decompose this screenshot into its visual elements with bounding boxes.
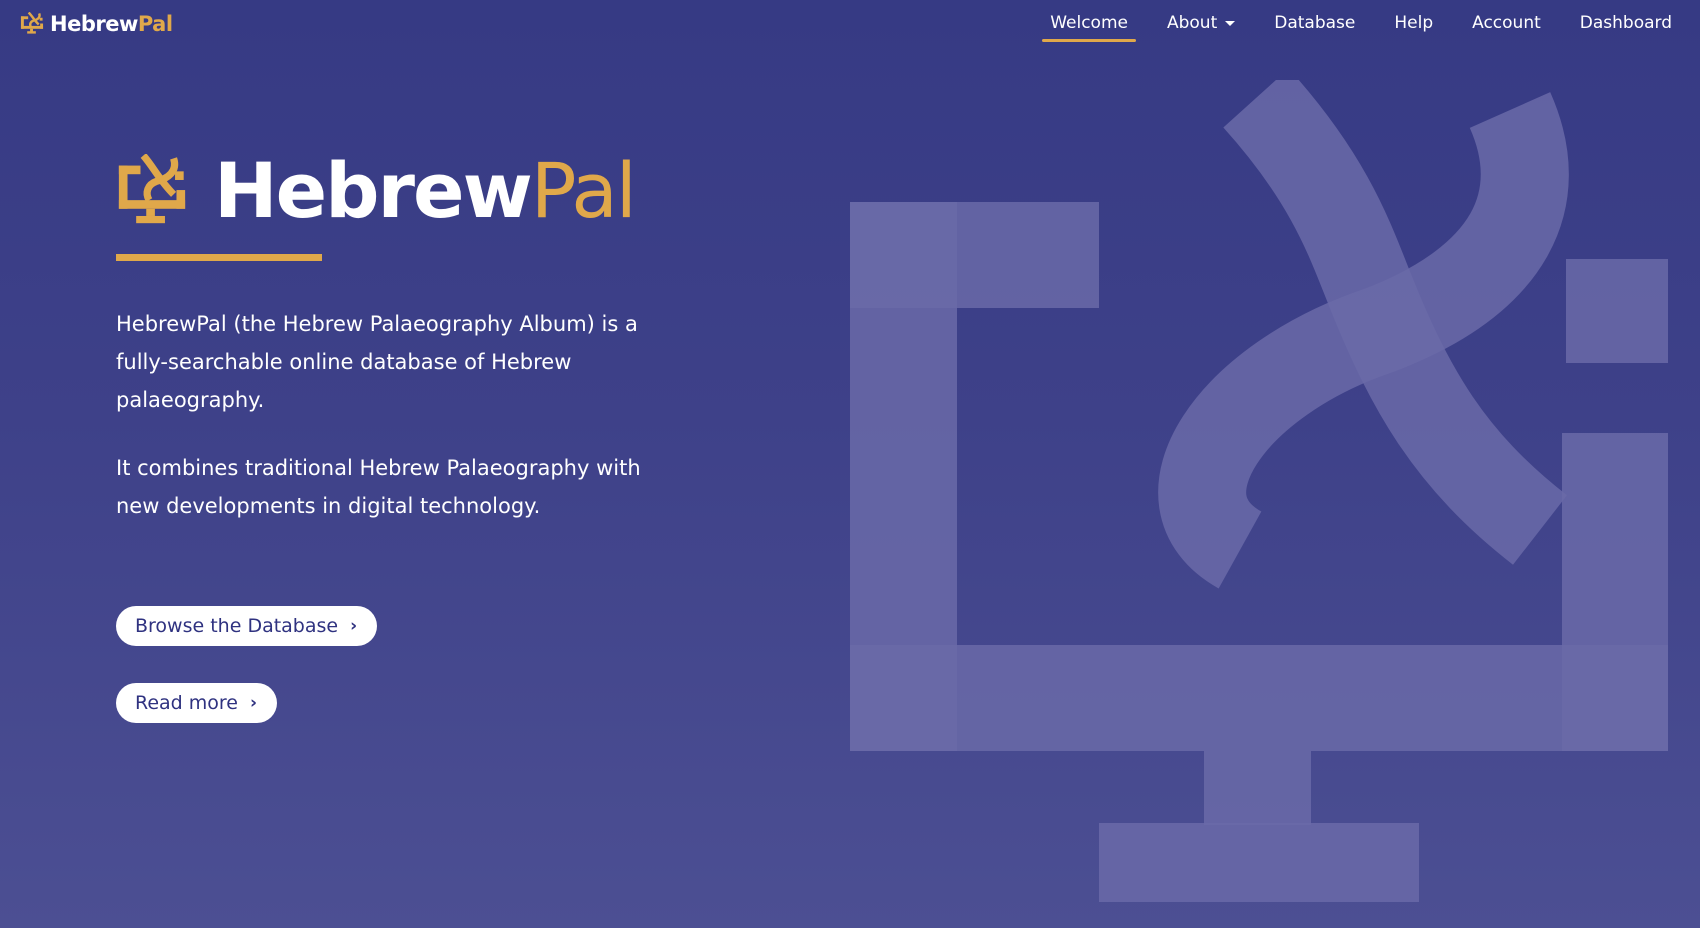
- nav-database[interactable]: Database: [1274, 0, 1355, 46]
- title-underline: [116, 254, 322, 261]
- hero-logo: HebrewPal: [116, 146, 637, 236]
- browse-database-button[interactable]: Browse the Database ›: [116, 606, 378, 646]
- nav-account[interactable]: Account: [1472, 0, 1541, 46]
- hero-description-2: It combines traditional Hebrew Palaeogra…: [116, 456, 641, 518]
- background-logo-mark: [850, 68, 1672, 902]
- hebrewpal-logo-icon: [116, 153, 188, 229]
- main-nav: Welcome About Database Help Account Dash…: [1011, 0, 1672, 46]
- nav-account-label: Account: [1472, 13, 1541, 33]
- nav-welcome-label: Welcome: [1050, 13, 1128, 33]
- brand-name-part2: Pal: [137, 12, 173, 36]
- chevron-right-icon: ›: [250, 692, 258, 713]
- hero-title-part1: Hebrew: [214, 146, 533, 235]
- caret-down-icon: [1225, 20, 1236, 26]
- top-navbar: HebrewPal Welcome About Database Help Ac…: [0, 0, 1700, 48]
- hero-title: HebrewPal: [214, 146, 637, 236]
- read-more-button[interactable]: Read more ›: [116, 683, 278, 723]
- nav-database-label: Database: [1274, 13, 1356, 33]
- browse-database-label: Browse the Database: [135, 615, 339, 637]
- brand-home-link[interactable]: HebrewPal: [20, 9, 173, 39]
- nav-about-dropdown[interactable]: About: [1166, 0, 1236, 46]
- chevron-right-icon: ›: [350, 615, 358, 636]
- hero-description-1: HebrewPal (the Hebrew Palaeography Album…: [116, 312, 638, 412]
- nav-welcome[interactable]: Welcome: [1042, 0, 1136, 46]
- hebrewpal-logo-icon: [20, 12, 44, 36]
- nav-about-label: About: [1166, 13, 1218, 33]
- nav-help[interactable]: Help: [1394, 0, 1433, 46]
- nav-dashboard[interactable]: Dashboard: [1580, 0, 1672, 46]
- brand-name-part1: Hebrew: [50, 12, 138, 36]
- nav-help-label: Help: [1394, 13, 1434, 33]
- read-more-label: Read more: [135, 692, 238, 714]
- brand-name: HebrewPal: [50, 9, 173, 39]
- nav-dashboard-label: Dashboard: [1579, 13, 1672, 33]
- hero-title-part2: Pal: [530, 146, 637, 235]
